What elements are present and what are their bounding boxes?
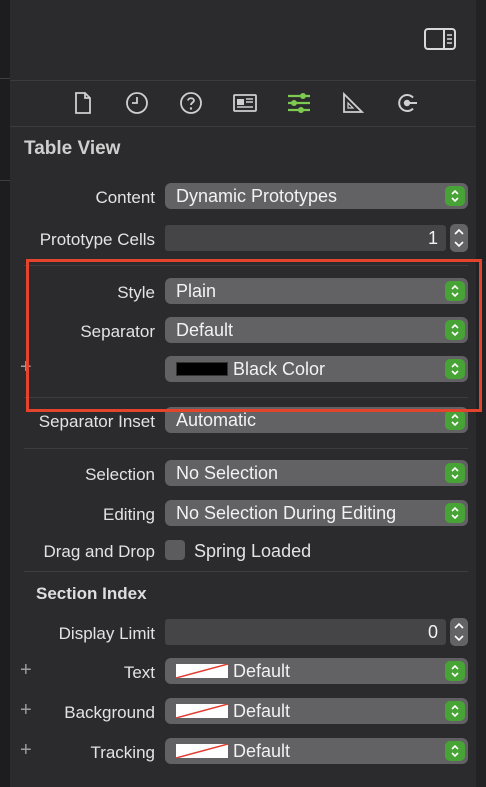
color-swatch bbox=[175, 703, 229, 719]
display-limit-label: Display Limit bbox=[58, 624, 155, 643]
add-variation-icon[interactable]: + bbox=[20, 739, 32, 762]
content-popup[interactable]: Dynamic Prototypes bbox=[165, 183, 468, 209]
display-limit-field[interactable]: 0 bbox=[165, 619, 446, 645]
display-limit-stepper[interactable] bbox=[450, 618, 468, 646]
identity-icon[interactable] bbox=[232, 90, 258, 116]
color-swatch bbox=[175, 743, 229, 759]
text-color-popup[interactable]: Default bbox=[165, 658, 468, 684]
chevron-updown-icon bbox=[445, 701, 465, 721]
background-color-popup[interactable]: Default bbox=[165, 698, 468, 724]
section-title: Table View bbox=[24, 138, 121, 159]
divider bbox=[24, 571, 468, 572]
section-index-title: Section Index bbox=[36, 584, 147, 603]
selection-popup[interactable]: No Selection bbox=[165, 460, 468, 486]
color-swatch bbox=[175, 663, 229, 679]
prototype-cells-label: Prototype Cells bbox=[39, 230, 155, 249]
selection-label: Selection bbox=[85, 465, 155, 484]
separator-inset-value: Automatic bbox=[176, 410, 257, 430]
connections-icon[interactable] bbox=[394, 90, 420, 116]
chevron-updown-icon bbox=[445, 463, 465, 483]
chevron-updown-icon bbox=[445, 186, 465, 206]
add-variation-icon[interactable]: + bbox=[20, 699, 32, 722]
help-icon[interactable] bbox=[178, 90, 204, 116]
size-icon[interactable] bbox=[340, 90, 366, 116]
divider bbox=[0, 180, 10, 181]
editing-value: No Selection During Editing bbox=[176, 503, 397, 523]
editing-label: Editing bbox=[103, 505, 155, 524]
editing-popup[interactable]: No Selection During Editing bbox=[165, 500, 468, 526]
chevron-updown-icon bbox=[445, 741, 465, 761]
text-color-value: Default bbox=[233, 661, 291, 681]
drag-drop-label: Drag and Drop bbox=[43, 542, 155, 561]
inspector-toggle-icon[interactable] bbox=[424, 28, 456, 50]
chevron-updown-icon bbox=[445, 503, 465, 523]
content-label: Content bbox=[95, 188, 155, 207]
tracking-color-popup[interactable]: Default bbox=[165, 738, 468, 764]
highlight-box bbox=[26, 259, 482, 412]
content-value: Dynamic Prototypes bbox=[176, 186, 338, 206]
text-label: Text bbox=[123, 663, 155, 682]
selection-value: No Selection bbox=[176, 463, 279, 483]
spring-loaded-checkbox[interactable] bbox=[165, 540, 185, 560]
history-icon[interactable] bbox=[124, 90, 150, 116]
prototype-cells-value: 1 bbox=[427, 228, 438, 248]
background-label: Background bbox=[64, 703, 155, 722]
separator-inset-label: Separator Inset bbox=[38, 412, 155, 431]
tracking-color-value: Default bbox=[233, 741, 291, 761]
attributes-icon[interactable] bbox=[286, 90, 312, 116]
prototype-cells-stepper[interactable] bbox=[450, 224, 468, 252]
prototype-cells-field[interactable]: 1 bbox=[165, 225, 446, 251]
divider bbox=[0, 78, 10, 79]
divider bbox=[24, 448, 468, 449]
spring-loaded-label: Spring Loaded bbox=[194, 541, 312, 561]
tracking-label: Tracking bbox=[90, 743, 155, 762]
chevron-updown-icon bbox=[445, 410, 465, 430]
inspector-toolbar bbox=[10, 0, 476, 81]
chevron-updown-icon bbox=[445, 661, 465, 681]
background-color-value: Default bbox=[233, 701, 291, 721]
inspector-tabs bbox=[10, 80, 476, 127]
file-icon[interactable] bbox=[70, 90, 96, 116]
add-variation-icon[interactable]: + bbox=[20, 659, 32, 682]
display-limit-value: 0 bbox=[427, 622, 438, 642]
